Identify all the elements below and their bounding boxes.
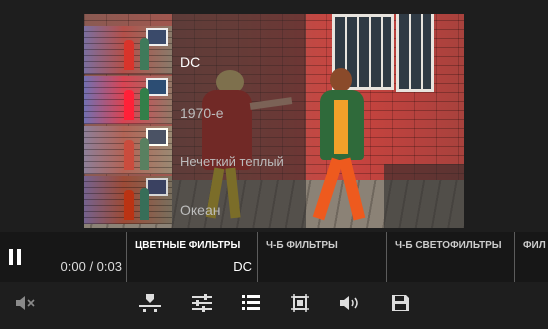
bottom-toolbar — [0, 282, 548, 329]
figure-head — [330, 68, 352, 92]
crop-icon[interactable] — [287, 292, 313, 314]
filter-item-1970s[interactable]: 1970-е — [180, 105, 224, 121]
tab-selected-value: DC — [233, 259, 252, 274]
tab-color-filters[interactable]: ЦВЕТНЫЕ ФИЛЬТРЫ DC — [126, 232, 258, 282]
tab-bw-light-filters[interactable]: Ч-Б СВЕТОФИЛЬТРЫ — [386, 232, 515, 282]
figure-shirt — [334, 100, 348, 154]
scene-shadow — [384, 164, 464, 228]
filter-item-dc[interactable]: DC — [180, 54, 200, 70]
filter-item-ocean[interactable]: Океан — [180, 202, 220, 218]
play-pause-section: 0:00 / 0:03 — [0, 232, 124, 282]
filter-list-icon[interactable] — [238, 292, 264, 314]
filter-item-fuzzy-warm[interactable]: Нечеткий теплый — [180, 154, 284, 169]
trim-icon[interactable] — [137, 292, 163, 314]
playback-time: 0:00 / 0:03 — [60, 259, 122, 274]
save-icon[interactable] — [387, 292, 413, 314]
tab-title: Ч-Б ФИЛЬТРЫ — [266, 240, 338, 251]
video-preview-area: DC 1970-е Нечеткий теплый Океан — [0, 0, 548, 232]
volume-icon[interactable] — [336, 292, 362, 314]
adjust-sliders-icon[interactable] — [189, 292, 215, 314]
video-frame[interactable]: DC 1970-е Нечеткий теплый Океан — [84, 14, 464, 228]
filter-thumbnail[interactable] — [84, 26, 172, 74]
tab-more-filters[interactable]: ФИЛ — [514, 232, 548, 282]
tab-title: ЦВЕТНЫЕ ФИЛЬТРЫ — [135, 240, 241, 251]
filter-thumbnail[interactable] — [84, 76, 172, 124]
filter-thumbnails — [84, 14, 172, 228]
filter-list: DC 1970-е Нечеткий теплый Океан — [172, 14, 306, 228]
mute-icon[interactable] — [12, 292, 38, 314]
tab-bw-filters[interactable]: Ч-Б ФИЛЬТРЫ — [257, 232, 387, 282]
playback-controls: 0:00 / 0:03 ЦВЕТНЫЕ ФИЛЬТРЫ DC Ч-Б ФИЛЬТ… — [0, 232, 548, 282]
filter-thumbnail[interactable] — [84, 126, 172, 174]
filter-thumbnail[interactable] — [84, 176, 172, 224]
pause-icon[interactable] — [9, 249, 21, 265]
tab-title: ФИЛ — [523, 240, 546, 251]
tab-title: Ч-Б СВЕТОФИЛЬТРЫ — [395, 240, 502, 251]
scene-window — [396, 14, 434, 92]
